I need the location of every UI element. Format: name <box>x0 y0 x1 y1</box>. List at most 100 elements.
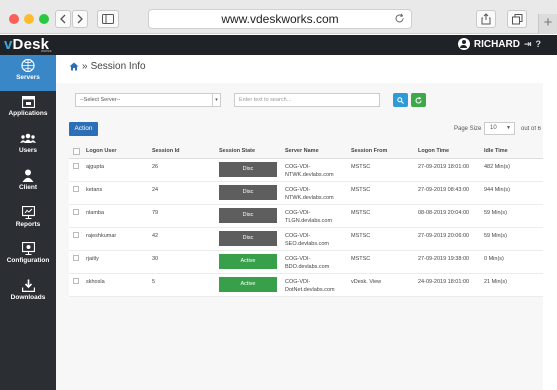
session-state-cell: Disc <box>215 181 281 205</box>
logon-time: 24-09-2019 18:01:00 <box>414 273 480 297</box>
select-all-checkbox-cell <box>69 145 82 159</box>
logon-user: rajeshkumar <box>82 227 148 251</box>
row-checkbox[interactable] <box>73 186 79 193</box>
row-checkbox[interactable] <box>73 163 79 170</box>
user-menu[interactable]: RICHARD ⇥ ? <box>457 38 542 50</box>
logon-user: nlamba <box>82 204 148 228</box>
idle-time: 0 Min(s) <box>480 250 543 274</box>
server-name: COG-VDI-DotNet.devlabs.com <box>281 273 347 297</box>
forward-button[interactable] <box>72 10 88 28</box>
server-select[interactable]: --Select Server-- ▾ <box>75 93 221 107</box>
idle-time: 59 Min(s) <box>480 204 543 228</box>
chevron-down-icon: ▾ <box>212 94 220 106</box>
client-icon <box>22 169 34 182</box>
back-button[interactable] <box>55 10 71 28</box>
sidebar-label-client: Client <box>18 184 38 191</box>
session-id: 5 <box>148 273 215 297</box>
refresh-button[interactable] <box>411 93 426 107</box>
minimize-window-button[interactable] <box>24 14 34 24</box>
table-row[interactable]: nlamba 79 Disc COG-VDI-TLGN.devlabs.com … <box>69 204 543 228</box>
refresh-icon <box>415 96 422 103</box>
session-from: MSTSC <box>347 181 414 205</box>
session-id: 24 <box>148 181 215 205</box>
table-row[interactable]: skhosla 5 Active COG-VDI-DotNet.devlabs.… <box>69 273 543 297</box>
session-id: 42 <box>148 227 215 251</box>
close-window-button[interactable] <box>9 14 19 24</box>
breadcrumb: » Session Info <box>69 61 146 72</box>
search-button[interactable] <box>393 93 408 107</box>
chevron-left-icon <box>60 14 66 24</box>
col-session-id[interactable]: Session Id <box>148 145 215 159</box>
session-table: Logon User Session Id Session State Serv… <box>69 145 543 297</box>
row-checkbox[interactable] <box>73 255 79 262</box>
session-state-badge: Disc <box>219 161 277 177</box>
col-session-from[interactable]: Session From <box>347 145 414 159</box>
logon-user: ketans <box>82 181 148 205</box>
logout-icon[interactable]: ⇥ <box>524 39 532 50</box>
table-row[interactable]: rjaitly 30 Active COG-VDI-BDO.devlabs.co… <box>69 250 543 274</box>
logon-time: 27-09-2019 20:06:00 <box>414 227 480 251</box>
logon-time: 27-09-2019 18:01:00 <box>414 158 480 182</box>
sidebar-label-servers: Servers <box>16 74 40 81</box>
logon-time: 08-08-2019 20:04:00 <box>414 204 480 228</box>
downloads-icon <box>21 279 35 292</box>
chevron-down-icon: ▼ <box>506 125 511 131</box>
row-checkbox-cell <box>69 250 82 274</box>
row-checkbox-cell <box>69 158 82 182</box>
server-name: COG-VDI-NTWK.devlabs.com <box>281 181 347 205</box>
search-input[interactable]: Enter text to search... <box>234 93 380 107</box>
sidebar-item-applications[interactable]: Applications <box>0 92 56 128</box>
session-state-badge: Disc <box>219 184 277 200</box>
session-state-badge: Disc <box>219 230 277 246</box>
page-size-value: 10 <box>490 125 497 131</box>
sidebar-item-configuration[interactable]: Configuration <box>0 238 56 274</box>
row-checkbox[interactable] <box>73 232 79 239</box>
share-button[interactable] <box>476 10 496 28</box>
sidebar-item-downloads[interactable]: Downloads <box>0 275 56 311</box>
session-id: 79 <box>148 204 215 228</box>
share-icon <box>481 13 491 25</box>
table-row[interactable]: rajeshkumar 42 Disc COG-VDI-SEO.devlabs.… <box>69 227 543 251</box>
session-id: 26 <box>148 158 215 182</box>
col-idle-time[interactable]: Idle Time <box>480 145 543 159</box>
address-bar[interactable]: www.vdeskworks.com <box>148 9 412 29</box>
page-size-select[interactable]: 10 ▼ <box>484 122 515 135</box>
tabs-overview-button[interactable] <box>507 10 527 28</box>
row-checkbox[interactable] <box>73 209 79 216</box>
col-logon-time[interactable]: Logon Time <box>414 145 480 159</box>
table-row[interactable]: ajgupta 26 Disc COG-VDI-NTWK.devlabs.com… <box>69 158 543 182</box>
help-icon[interactable]: ? <box>536 39 542 49</box>
logon-user: rjaitly <box>82 250 148 274</box>
row-checkbox[interactable] <box>73 278 79 285</box>
logon-user: ajgupta <box>82 158 148 182</box>
configuration-icon <box>21 242 35 255</box>
table-header-row: Logon User Session Id Session State Serv… <box>69 145 543 159</box>
user-avatar-icon <box>457 38 470 50</box>
action-button[interactable]: Action <box>69 122 98 136</box>
sidebar-item-reports[interactable]: Reports <box>0 202 56 238</box>
select-all-checkbox[interactable] <box>73 147 80 155</box>
table-row[interactable]: ketans 24 Disc COG-VDI-NTWK.devlabs.com … <box>69 181 543 205</box>
session-state-cell: Active <box>215 273 281 297</box>
logon-user: skhosla <box>82 273 148 297</box>
idle-time: 944 Min(s) <box>480 181 543 205</box>
sidebar-item-servers[interactable]: Servers <box>0 55 56 91</box>
sidebar-toggle-button[interactable] <box>97 10 119 28</box>
row-checkbox-cell <box>69 181 82 205</box>
col-server-name[interactable]: Server Name <box>281 145 347 159</box>
sidebar-item-users[interactable]: Users <box>0 129 56 165</box>
reload-icon[interactable] <box>394 13 405 24</box>
home-icon[interactable] <box>69 62 79 71</box>
tabs-icon <box>511 13 522 24</box>
col-logon-user[interactable]: Logon User <box>82 145 148 159</box>
users-icon <box>20 133 36 143</box>
session-state-cell: Disc <box>215 227 281 251</box>
col-session-state[interactable]: Session State <box>215 145 281 159</box>
zoom-window-button[interactable] <box>39 14 49 24</box>
sidebar-item-client[interactable]: Client <box>0 165 56 201</box>
server-name: COG-VDI-NTWK.devlabs.com <box>281 158 347 182</box>
idle-time: 59 Min(s) <box>480 227 543 251</box>
new-tab-button[interactable]: + <box>538 14 557 34</box>
server-name: COG-VDI-BDO.devlabs.com <box>281 250 347 274</box>
session-from: MSTSC <box>347 227 414 251</box>
